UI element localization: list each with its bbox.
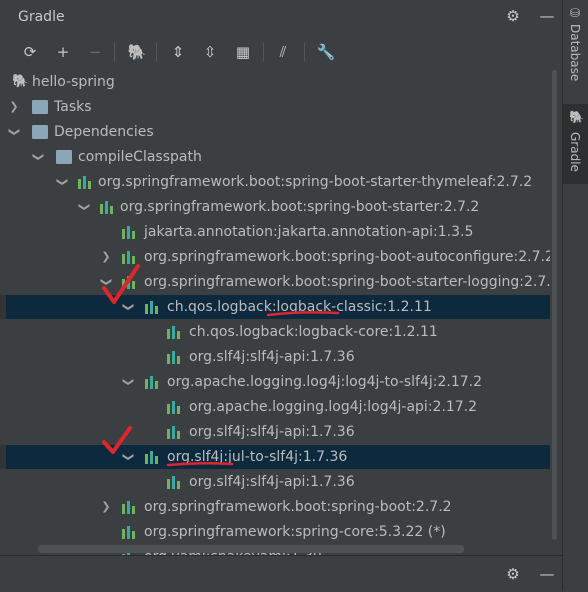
toggle-offline-icon[interactable]: ⫽: [272, 41, 294, 63]
database-icon: ⛁: [570, 6, 581, 20]
gradle-toolbar: ⟳ + − 🐘 ⇕ ⇳ ▦ ⫽ 🔧: [0, 34, 562, 70]
dependency-label: org.springframework.boot:spring-boot-sta…: [144, 274, 550, 290]
configuration-folder-icon: [56, 150, 72, 164]
dependency-label: org.springframework:spring-core:5.3.22 (…: [144, 524, 446, 540]
dependency-label: org.slf4j:slf4j-api:1.7.36: [189, 474, 355, 490]
tree-row-dependency[interactable]: org.apache.logging.log4j:log4j-api:2.17.…: [0, 395, 550, 419]
library-icon: [145, 375, 161, 389]
chevron-down-icon[interactable]: ❯: [94, 276, 118, 288]
tree-row-dependency-selected[interactable]: ❯ ch.qos.logback:logback-classic:1.2.11: [0, 295, 550, 319]
tree-row-dependency[interactable]: ❯ org.apache.logging.log4j:log4j-to-slf4…: [0, 370, 550, 394]
group-modules-icon[interactable]: ▦: [232, 41, 254, 63]
gradle-elephant-icon: 🐘: [12, 74, 29, 89]
expand-all-icon[interactable]: ⇕: [167, 41, 189, 63]
library-icon: [122, 250, 138, 264]
dependencies-folder-icon: [32, 125, 48, 139]
chevron-down-icon[interactable]: ❯: [2, 126, 26, 138]
tree-row-dependency[interactable]: ❯ org.springframework.boot:spring-boot-s…: [0, 270, 550, 294]
tree-row-dependency[interactable]: org.slf4j:slf4j-api:1.7.36: [0, 345, 550, 369]
bottom-toolbar: ⚙ —: [0, 555, 562, 592]
database-tab[interactable]: ⛁ Database: [563, 0, 588, 100]
tree-row-hello-spring[interactable]: 🐘 hello-spring: [0, 70, 550, 94]
horizontal-scrollbar[interactable]: [38, 545, 464, 553]
dependency-label: ch.qos.logback:logback-classic:1.2.11: [167, 299, 432, 315]
settings-gear-icon[interactable]: ⚙: [503, 6, 523, 26]
tree-row-dependency[interactable]: org.slf4j:slf4j-api:1.7.36: [0, 470, 550, 494]
tree-row-dependency[interactable]: jakarta.annotation:jakarta.annotation-ap…: [0, 220, 550, 244]
library-icon: [167, 475, 183, 489]
collapse-all-icon[interactable]: ⇳: [199, 41, 221, 63]
dependency-label: org.slf4j:slf4j-api:1.7.36: [189, 424, 355, 440]
chevron-right-icon[interactable]: ❯: [100, 495, 112, 519]
library-icon: [122, 275, 138, 289]
hide-panel-icon[interactable]: —: [537, 6, 557, 26]
library-icon: [145, 450, 161, 464]
gradle-elephant-icon: 🐘: [569, 110, 584, 124]
vertical-scrollbar[interactable]: [551, 70, 558, 555]
library-icon: [167, 325, 183, 339]
add-icon[interactable]: +: [52, 41, 74, 63]
dependency-label: org.springframework.boot:spring-boot-aut…: [144, 249, 550, 265]
gradle-tab[interactable]: 🐘 Gradle: [563, 104, 588, 184]
dependency-label: jakarta.annotation:jakarta.annotation-ap…: [144, 224, 474, 240]
tree-row-dependency[interactable]: org.slf4j:slf4j-api:1.7.36: [0, 420, 550, 444]
tree-row-dependency[interactable]: ❯ org.springframework.boot:spring-boot:2…: [0, 495, 550, 519]
tool-window-header: Gradle ⚙ —: [0, 0, 562, 34]
chevron-down-icon[interactable]: ❯: [26, 151, 50, 163]
build-tool-settings-wrench-icon[interactable]: 🔧: [315, 41, 337, 63]
tree-row-dependency[interactable]: ❯ org.springframework.boot:spring-boot-a…: [0, 245, 550, 269]
chevron-down-icon[interactable]: ❯: [72, 201, 96, 213]
dependency-label: org.slf4j:jul-to-slf4j:1.7.36: [167, 449, 348, 465]
execute-task-elephant-icon[interactable]: 🐘: [126, 41, 148, 63]
right-tool-strip: ⛁ Database 🐘 Gradle: [562, 0, 588, 591]
tree-row-dependency[interactable]: ❯ org.springframework.boot:spring-boot-s…: [0, 195, 550, 219]
tree-label: Tasks: [54, 99, 92, 115]
database-tab-label: Database: [568, 24, 582, 82]
folder-icon: [32, 100, 48, 114]
dependency-label: org.springframework.boot:spring-boot-sta…: [98, 174, 533, 190]
library-icon: [122, 525, 138, 539]
tree-label: Dependencies: [54, 124, 154, 140]
dependency-label: org.apache.logging.log4j:log4j-to-slf4j:…: [167, 374, 482, 390]
library-icon: [122, 500, 138, 514]
dependency-label: org.springframework.boot:spring-boot-sta…: [120, 199, 480, 215]
chevron-down-icon[interactable]: ❯: [116, 376, 140, 388]
remove-icon[interactable]: −: [84, 41, 106, 63]
refresh-icon[interactable]: ⟳: [19, 41, 41, 63]
chevron-down-icon[interactable]: ❯: [50, 176, 74, 188]
dependency-label: ch.qos.logback:logback-core:1.2.11: [189, 324, 438, 340]
settings-gear-icon[interactable]: ⚙: [503, 564, 523, 584]
library-icon: [145, 300, 161, 314]
dependency-label: org.springframework.boot:spring-boot:2.7…: [144, 499, 452, 515]
tree-row-dependency[interactable]: org.springframework:spring-core:5.3.22 (…: [0, 520, 550, 544]
tree-row-dependencies[interactable]: ❯ Dependencies: [0, 120, 550, 144]
chevron-down-icon[interactable]: ❯: [116, 301, 140, 313]
tree-row-dependency[interactable]: ❯ org.springframework.boot:spring-boot-s…: [0, 170, 550, 194]
library-icon: [78, 175, 94, 189]
gradle-project-tree: 🐘 hello-spring ❯ Tasks ❯ Dependencies ❯ …: [0, 70, 550, 555]
gradle-tool-window: Gradle ⚙ — ⟳ + − 🐘 ⇕ ⇳ ▦ ⫽ 🔧 🐘 hello-spr…: [0, 0, 562, 592]
gradle-tab-label: Gradle: [568, 132, 582, 172]
library-icon: [100, 200, 116, 214]
tree-label: hello-spring: [32, 74, 115, 90]
library-icon: [122, 225, 138, 239]
chevron-right-icon[interactable]: ❯: [8, 95, 20, 119]
dependency-label: org.slf4j:slf4j-api:1.7.36: [189, 349, 355, 365]
tree-label: compileClasspath: [78, 149, 202, 165]
tree-row-dependency[interactable]: ch.qos.logback:logback-core:1.2.11: [0, 320, 550, 344]
tree-row-compileclasspath[interactable]: ❯ compileClasspath: [0, 145, 550, 169]
chevron-down-icon[interactable]: ❯: [116, 451, 140, 463]
library-icon: [167, 425, 183, 439]
tree-row-tasks[interactable]: ❯ Tasks: [0, 95, 550, 119]
chevron-right-icon[interactable]: ❯: [100, 245, 112, 269]
dependency-label: org.apache.logging.log4j:log4j-api:2.17.…: [189, 399, 478, 415]
scrollbar-thumb[interactable]: [552, 70, 557, 540]
tree-row-dependency-selected[interactable]: ❯ org.slf4j:jul-to-slf4j:1.7.36: [0, 445, 550, 469]
tool-window-title: Gradle: [18, 9, 65, 25]
library-icon: [167, 400, 183, 414]
library-icon: [167, 350, 183, 364]
hide-panel-icon[interactable]: —: [537, 564, 557, 584]
